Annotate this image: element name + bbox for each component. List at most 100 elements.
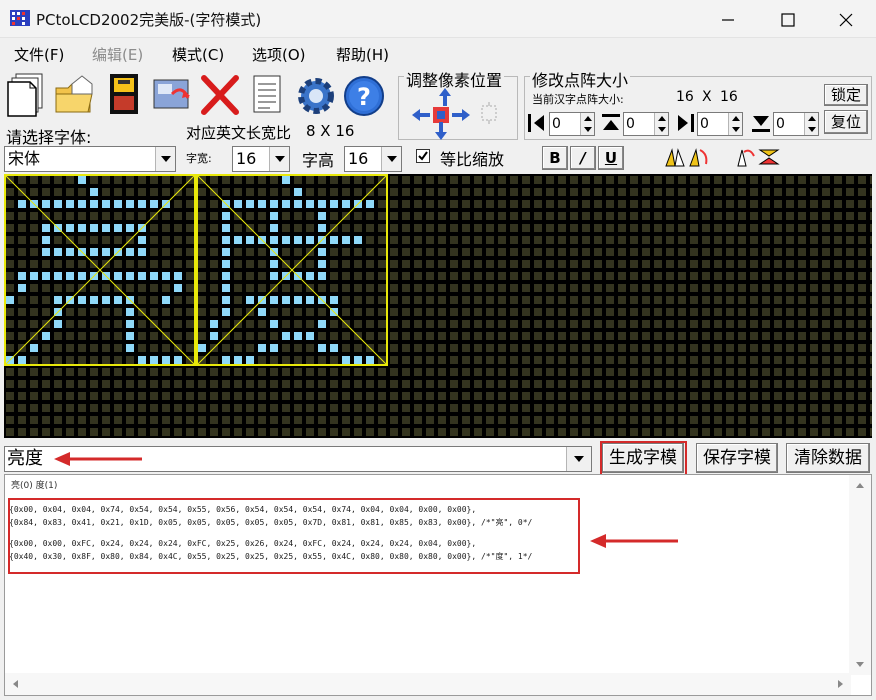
matrix-dot[interactable]	[18, 428, 26, 436]
matrix-dot[interactable]	[450, 320, 458, 328]
matrix-dot[interactable]	[486, 380, 494, 388]
matrix-dot[interactable]	[498, 308, 506, 316]
matrix-dot[interactable]	[570, 284, 578, 292]
matrix-dot[interactable]	[822, 272, 830, 280]
matrix-dot[interactable]	[690, 392, 698, 400]
matrix-dot[interactable]	[750, 356, 758, 364]
matrix-dot[interactable]	[270, 332, 278, 340]
matrix-dot[interactable]	[342, 260, 350, 268]
matrix-dot[interactable]	[18, 200, 26, 208]
matrix-dot[interactable]	[42, 284, 50, 292]
matrix-dot[interactable]	[150, 188, 158, 196]
matrix-dot[interactable]	[438, 272, 446, 280]
matrix-dot[interactable]	[534, 356, 542, 364]
matrix-dot[interactable]	[822, 260, 830, 268]
matrix-dot[interactable]	[642, 236, 650, 244]
matrix-dot[interactable]	[582, 380, 590, 388]
matrix-dot[interactable]	[402, 308, 410, 316]
matrix-dot[interactable]	[318, 284, 326, 292]
matrix-dot[interactable]	[738, 224, 746, 232]
matrix-dot[interactable]	[606, 284, 614, 292]
matrix-dot[interactable]	[366, 332, 374, 340]
matrix-dot[interactable]	[414, 380, 422, 388]
matrix-dot[interactable]	[834, 344, 842, 352]
matrix-dot[interactable]	[366, 260, 374, 268]
matrix-dot[interactable]	[594, 320, 602, 328]
matrix-dot[interactable]	[846, 380, 854, 388]
matrix-dot[interactable]	[594, 248, 602, 256]
matrix-dot[interactable]	[78, 296, 86, 304]
matrix-dot[interactable]	[30, 236, 38, 244]
matrix-dot[interactable]	[6, 368, 14, 376]
matrix-dot[interactable]	[654, 308, 662, 316]
matrix-dot[interactable]	[426, 224, 434, 232]
matrix-dot[interactable]	[750, 296, 758, 304]
matrix-dot[interactable]	[498, 188, 506, 196]
matrix-dot[interactable]	[210, 380, 218, 388]
matrix-dot[interactable]	[114, 212, 122, 220]
matrix-dot[interactable]	[714, 380, 722, 388]
matrix-dot[interactable]	[366, 416, 374, 424]
matrix-dot[interactable]	[114, 176, 122, 184]
matrix-dot[interactable]	[654, 404, 662, 412]
matrix-dot[interactable]	[294, 320, 302, 328]
matrix-dot[interactable]	[246, 212, 254, 220]
matrix-dot[interactable]	[222, 248, 230, 256]
matrix-dot[interactable]	[102, 320, 110, 328]
matrix-dot[interactable]	[414, 416, 422, 424]
matrix-dot[interactable]	[534, 248, 542, 256]
matrix-dot[interactable]	[270, 380, 278, 388]
matrix-dot[interactable]	[18, 404, 26, 412]
matrix-dot[interactable]	[654, 248, 662, 256]
matrix-dot[interactable]	[270, 404, 278, 412]
matrix-dot[interactable]	[834, 320, 842, 328]
matrix-dot[interactable]	[510, 272, 518, 280]
matrix-dot[interactable]	[738, 356, 746, 364]
matrix-dot[interactable]	[858, 188, 866, 196]
matrix-dot[interactable]	[366, 380, 374, 388]
matrix-dot[interactable]	[606, 176, 614, 184]
matrix-dot[interactable]	[702, 344, 710, 352]
matrix-dot[interactable]	[174, 224, 182, 232]
matrix-dot[interactable]	[834, 284, 842, 292]
matrix-dot[interactable]	[318, 416, 326, 424]
matrix-dot[interactable]	[762, 368, 770, 376]
matrix-dot[interactable]	[834, 248, 842, 256]
matrix-dot[interactable]	[870, 320, 872, 328]
matrix-dot[interactable]	[846, 368, 854, 376]
matrix-dot[interactable]	[606, 272, 614, 280]
matrix-dot[interactable]	[102, 176, 110, 184]
matrix-dot[interactable]	[318, 260, 326, 268]
matrix-dot[interactable]	[174, 236, 182, 244]
matrix-dot[interactable]	[402, 392, 410, 400]
matrix-dot[interactable]	[750, 272, 758, 280]
font-select[interactable]: 宋体	[4, 146, 176, 172]
matrix-dot[interactable]	[222, 296, 230, 304]
matrix-dot[interactable]	[642, 392, 650, 400]
matrix-dot[interactable]	[318, 188, 326, 196]
matrix-dot[interactable]	[654, 224, 662, 232]
matrix-dot[interactable]	[834, 224, 842, 232]
matrix-dot[interactable]	[594, 332, 602, 340]
matrix-dot[interactable]	[606, 344, 614, 352]
matrix-dot[interactable]	[150, 248, 158, 256]
right-margin-updown[interactable]	[728, 113, 742, 135]
matrix-dot[interactable]	[618, 212, 626, 220]
matrix-dot[interactable]	[822, 392, 830, 400]
matrix-dot[interactable]	[126, 380, 134, 388]
matrix-dot[interactable]	[798, 260, 806, 268]
matrix-dot[interactable]	[414, 392, 422, 400]
matrix-dot[interactable]	[6, 404, 14, 412]
matrix-dot[interactable]	[426, 308, 434, 316]
matrix-dot[interactable]	[150, 200, 158, 208]
matrix-dot[interactable]	[342, 344, 350, 352]
matrix-dot[interactable]	[342, 416, 350, 424]
matrix-dot[interactable]	[90, 332, 98, 340]
matrix-dot[interactable]	[726, 428, 734, 436]
matrix-dot[interactable]	[30, 224, 38, 232]
matrix-dot[interactable]	[186, 224, 194, 232]
menu-options[interactable]: 选项(O)	[252, 44, 306, 65]
matrix-dot[interactable]	[762, 428, 770, 436]
matrix-dot[interactable]	[258, 428, 266, 436]
matrix-dot[interactable]	[498, 428, 506, 436]
